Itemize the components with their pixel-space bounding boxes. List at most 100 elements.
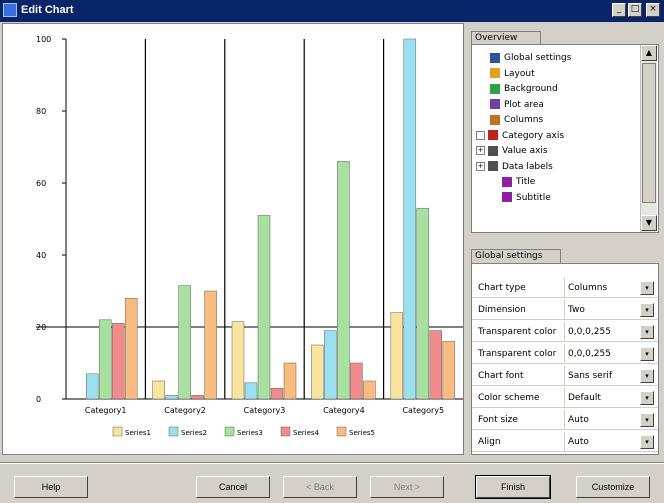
tree-item-label: Title xyxy=(516,177,536,187)
property-label: Chart font xyxy=(472,366,565,386)
bar xyxy=(244,382,258,400)
overview-tree[interactable]: Global settings Layout Background Plot area… xyxy=(471,44,659,233)
tree-item-label: Global settings xyxy=(504,53,572,63)
tab-global-settings[interactable]: Global settings xyxy=(471,249,561,263)
tree-item-label: Data labels xyxy=(502,161,553,172)
legend-label: Series1 xyxy=(125,429,151,437)
bar xyxy=(337,161,350,400)
tree-item-label: Plot area xyxy=(504,99,544,110)
back-button[interactable]: < Back xyxy=(283,476,357,498)
property-label: Chart type xyxy=(472,278,565,298)
tree-item[interactable]: + Value axis xyxy=(472,144,644,159)
settings-icon xyxy=(490,52,500,63)
tree-item[interactable]: Columns xyxy=(472,113,644,128)
bar xyxy=(416,207,430,400)
bar xyxy=(204,290,217,400)
category-label: Category2 xyxy=(164,406,206,415)
property-value-text: 0,0,0,255 xyxy=(568,349,611,359)
legend-swatch xyxy=(280,426,291,437)
dropdown-arrow-icon[interactable]: ▾ xyxy=(640,413,654,427)
scroll-up-button[interactable]: ▲ xyxy=(641,45,657,61)
finish-button[interactable]: Finish xyxy=(475,475,551,499)
background-icon xyxy=(490,83,500,94)
bar xyxy=(363,380,376,400)
subtitle-icon xyxy=(502,192,512,202)
bar xyxy=(191,395,204,400)
bar xyxy=(178,285,191,400)
dropdown-arrow-icon[interactable]: ▾ xyxy=(640,391,654,405)
columns-icon xyxy=(490,114,500,125)
category-label: Category4 xyxy=(323,406,365,415)
customize-button[interactable]: Customize xyxy=(576,476,650,498)
y-tick-label: 100 xyxy=(36,35,51,44)
bar xyxy=(283,362,297,400)
y-tick-label: 0 xyxy=(36,395,41,404)
tree-scrollbar[interactable]: ▲ ▼ xyxy=(640,45,657,232)
checkbox[interactable] xyxy=(476,130,485,140)
y-tick-label: 40 xyxy=(36,251,46,260)
plot-area-icon xyxy=(490,99,500,109)
scroll-down-button[interactable]: ▼ xyxy=(641,215,657,231)
tree-item[interactable]: Plot area xyxy=(472,98,644,113)
app-icon xyxy=(3,3,17,17)
tree-item-label: Background xyxy=(504,84,558,94)
dropdown-arrow-icon[interactable]: ▾ xyxy=(640,347,654,361)
property-value-text: Sans serif xyxy=(568,371,613,381)
y-tick-label: 60 xyxy=(36,179,46,188)
chart-preview: 100 80 60 40 20 0 Category1 Category2 Category3 C… xyxy=(2,23,464,455)
property-value-text: Auto xyxy=(568,437,589,447)
divider xyxy=(0,462,664,464)
bar xyxy=(324,330,337,400)
dropdown-arrow-icon[interactable]: ▾ xyxy=(640,435,654,449)
dropdown-arrow-icon[interactable]: ▾ xyxy=(640,325,654,339)
legend-swatch xyxy=(168,426,179,437)
bar xyxy=(152,380,165,400)
tree-item[interactable]: Category axis xyxy=(472,129,644,144)
property-label: Transparent color xyxy=(472,322,565,342)
bar xyxy=(98,319,112,400)
tree-item[interactable]: Title xyxy=(472,175,644,190)
tree-item[interactable]: + Data labels xyxy=(472,160,644,175)
bar xyxy=(165,395,178,400)
chart-canvas: 100806040200Category1 Category2 Category3 C… xyxy=(36,35,463,437)
bar xyxy=(350,362,363,400)
property-value-text: Two xyxy=(568,305,585,315)
properties-grid[interactable]: Chart type Columns ▾ Dimension Two ▾ Transpare… xyxy=(471,263,659,455)
category-axis-icon xyxy=(488,130,498,140)
bar xyxy=(231,321,245,400)
property-value-text: Default xyxy=(568,393,601,403)
dropdown-arrow-icon[interactable]: ▾ xyxy=(640,281,654,295)
bar xyxy=(124,297,138,400)
bar xyxy=(257,215,271,400)
tree-item[interactable]: Global settings xyxy=(472,51,644,66)
legend-swatch xyxy=(112,426,123,437)
value-axis-icon xyxy=(488,145,498,156)
expand-icon[interactable]: + xyxy=(476,161,485,171)
legend-label: Series3 xyxy=(237,429,263,437)
dropdown-arrow-icon[interactable]: ▾ xyxy=(640,303,654,317)
legend-label: Series4 xyxy=(293,429,320,437)
tree-item-label: Value axis xyxy=(502,146,548,156)
cancel-button[interactable]: Cancel xyxy=(196,476,270,498)
close-button[interactable]: × xyxy=(646,3,660,17)
category-label: Category3 xyxy=(244,406,286,415)
tree-item[interactable]: Subtitle xyxy=(472,191,644,206)
tree-item[interactable]: Background xyxy=(472,82,644,97)
bar xyxy=(85,373,99,400)
legend-label: Series2 xyxy=(181,429,207,437)
expand-icon[interactable]: + xyxy=(476,146,485,155)
tab-overview[interactable]: Overview xyxy=(471,31,541,44)
minimize-button[interactable]: _ xyxy=(612,3,626,17)
help-button[interactable]: Help xyxy=(14,476,88,498)
legend-swatch xyxy=(224,426,235,437)
dropdown-arrow-icon[interactable]: ▾ xyxy=(640,369,654,383)
bar xyxy=(311,344,324,400)
title-bar[interactable]: Edit Chart _ □ × xyxy=(0,0,664,22)
property-value-text: 0,0,0,255 xyxy=(568,327,611,337)
next-button[interactable]: Next > xyxy=(370,476,444,498)
scroll-thumb[interactable] xyxy=(642,63,656,203)
maximize-button[interactable]: □ xyxy=(628,3,642,17)
tree-item[interactable]: Layout xyxy=(472,67,644,82)
title-icon xyxy=(502,176,512,187)
property-label: Align xyxy=(472,432,565,452)
